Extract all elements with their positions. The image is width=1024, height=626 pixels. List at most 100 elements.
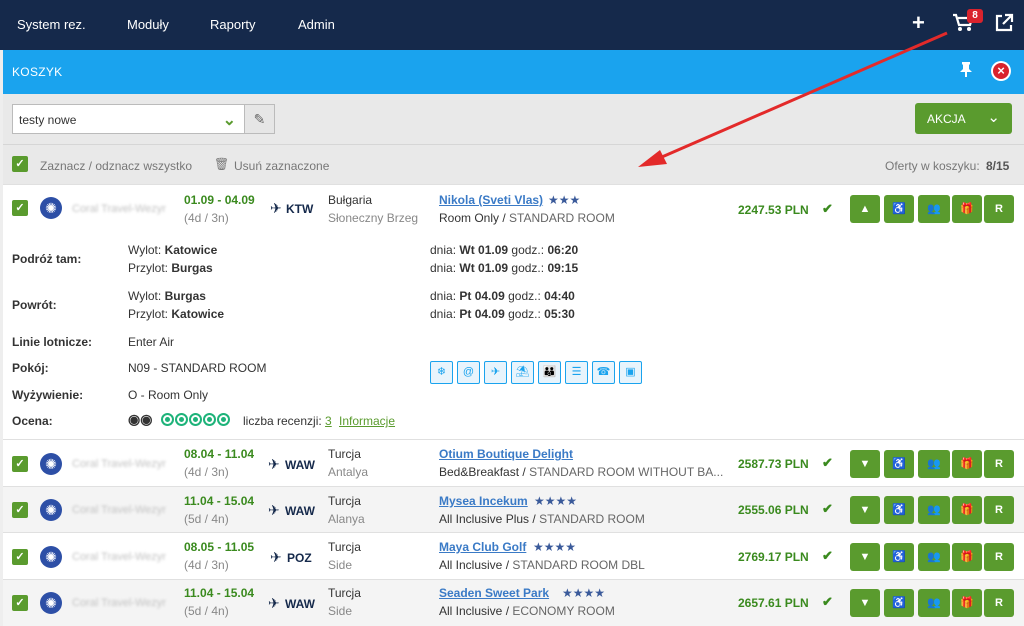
operator-logo-icon: ✺ (40, 453, 62, 475)
offer-dates: 11.04 - 15.04 (184, 586, 255, 600)
country: Turcja (328, 494, 361, 508)
offer-row[interactable]: ✓ ✺ Coral Travel-Wezyr 01.09 - 04.09 (4d… (3, 184, 1024, 439)
nav-raporty[interactable]: Raporty (210, 17, 256, 32)
hotel-link[interactable]: Maya Club Golf (439, 540, 526, 554)
country: Turcja (328, 540, 361, 554)
offer-checkbox[interactable]: ✓ (12, 200, 28, 216)
board-type: Room Only (439, 211, 500, 225)
elevator-icon: ☰ (565, 361, 588, 384)
action-button[interactable]: AKCJA ⌄ (915, 103, 1012, 134)
trash-icon[interactable]: 🗑 (214, 157, 229, 171)
hotel-link[interactable]: Mysea Incekum (439, 494, 528, 508)
nav-admin[interactable]: Admin (298, 17, 335, 32)
check-icon: ✔ (822, 548, 833, 563)
gift-button[interactable]: 🎁 (952, 496, 982, 524)
plane-icon: ✈ (268, 595, 280, 611)
outbound-arrival-time: dnia: Wt 01.09 godz.: 09:15 (430, 261, 579, 275)
nav-system-rez[interactable]: System rez. (17, 17, 86, 32)
seat-button[interactable]: ♿ (884, 496, 914, 524)
seat-button[interactable]: ♿ (884, 450, 914, 478)
offer-dates: 08.04 - 11.04 (184, 447, 255, 461)
reserve-button[interactable]: R (984, 543, 1014, 571)
offer-row[interactable]: ✓ ✺ Coral Travel-Wezyr 11.04 - 15.04 (5d… (3, 579, 1024, 626)
info-link[interactable]: Informacje (339, 414, 395, 428)
board-room: Bed&Breakfast / STANDARD ROOM WITHOUT BA… (439, 465, 724, 479)
reserve-button[interactable]: R (984, 450, 1014, 478)
hotel-link[interactable]: Otium Boutique Delight (439, 447, 573, 461)
check-icon: ✔ (822, 501, 833, 516)
close-icon[interactable] (991, 61, 1011, 81)
plane-icon: ✈ (268, 502, 280, 518)
cart-panel: KOSZYK testy nowe ⌄ ✎ AKCJA ⌄ ✓ Zaznacz … (3, 50, 1024, 626)
outbound-departure: Wylot: Katowice (128, 243, 218, 257)
edit-basket-button[interactable]: ✎ (244, 104, 275, 134)
select-all-label[interactable]: Zaznacz / odznacz wszystko (40, 159, 192, 173)
board-room: All Inclusive Plus / STANDARD ROOM (439, 512, 645, 526)
reserve-button[interactable]: R (984, 589, 1014, 617)
seat-button[interactable]: ♿ (884, 195, 914, 223)
offer-row[interactable]: ✓ ✺ Coral Travel-Wezyr 08.04 - 11.04 (4d… (3, 439, 1024, 486)
delete-selected-link[interactable]: Usuń zaznaczone (234, 159, 329, 173)
offers-count-label: Oferty w koszyku: (885, 159, 980, 173)
nav-moduly[interactable]: Moduły (127, 17, 169, 32)
hotel-stars: ★★★★ (533, 540, 577, 554)
reserve-button[interactable]: R (984, 195, 1014, 223)
region: Side (328, 558, 353, 572)
seat-button[interactable]: ♿ (884, 589, 914, 617)
airport-transfer-icon: ✈ (484, 361, 507, 384)
basket-select[interactable]: testy nowe ⌄ (12, 104, 245, 134)
chevron-down-icon: ⌄ (222, 112, 236, 129)
expand-button[interactable]: ▼ (850, 589, 880, 617)
offer-row[interactable]: ✓ ✺ Coral Travel-Wezyr 08.05 - 11.05 (4d… (3, 532, 1024, 579)
select-all-checkbox[interactable]: ✓ (12, 156, 28, 172)
expand-button[interactable]: ▼ (850, 450, 880, 478)
offer-checkbox[interactable]: ✓ (12, 595, 28, 611)
seat-button[interactable]: ♿ (884, 543, 914, 571)
plane-icon: ✈ (268, 456, 280, 472)
gift-button[interactable]: 🎁 (952, 195, 982, 223)
tripadvisor-owl-icon: ◉◉ (128, 411, 153, 427)
board-type: All Inclusive (439, 604, 503, 618)
collapse-button[interactable]: ▲ (850, 195, 880, 223)
return-departure-time: dnia: Pt 04.09 godz.: 04:40 (430, 289, 575, 303)
expand-button[interactable]: ▼ (850, 543, 880, 571)
gift-button[interactable]: 🎁 (952, 589, 982, 617)
departure-airport: POZ (287, 551, 312, 565)
phone-icon: ☎ (592, 361, 615, 384)
offer-price: 2657.61 PLN (738, 596, 809, 610)
passengers-button[interactable]: 👥 (918, 195, 950, 223)
room-type: STANDARD ROOM (509, 211, 615, 225)
passengers-button[interactable]: 👥 (918, 543, 950, 571)
check-icon: ✔ (822, 455, 833, 470)
offer-checkbox[interactable]: ✓ (12, 502, 28, 518)
offer-dates: 01.09 - 04.09 (184, 193, 255, 207)
room-type: STANDARD ROOM DBL (512, 558, 645, 572)
external-link-icon[interactable] (994, 13, 1014, 36)
safe-icon: ▣ (619, 361, 642, 384)
room-value: N09 - STANDARD ROOM (128, 361, 267, 375)
plus-icon[interactable]: + (912, 10, 925, 36)
gift-button[interactable]: 🎁 (952, 543, 982, 571)
beach-icon: ⛱ (511, 361, 534, 384)
return-departure: Wylot: Burgas (128, 289, 206, 303)
region: Alanya (328, 512, 365, 526)
offer-duration: (4d / 3n) (184, 558, 229, 572)
passengers-button[interactable]: 👥 (918, 450, 950, 478)
hotel-link[interactable]: Seaden Sweet Park (439, 586, 549, 600)
offer-duration: (5d / 4n) (184, 604, 229, 618)
offer-checkbox[interactable]: ✓ (12, 456, 28, 472)
passengers-button[interactable]: 👥 (918, 496, 950, 524)
operator-logo-icon: ✺ (40, 197, 62, 219)
offer-checkbox[interactable]: ✓ (12, 549, 28, 565)
offer-duration: (4d / 3n) (184, 211, 229, 225)
outbound-departure-time: dnia: Wt 01.09 godz.: 06:20 (430, 243, 579, 257)
expand-button[interactable]: ▼ (850, 496, 880, 524)
hotel-link[interactable]: Nikola (Sveti Vlas) (439, 193, 543, 207)
gift-button[interactable]: 🎁 (952, 450, 982, 478)
cart-panel-header: KOSZYK (3, 50, 1024, 94)
reserve-button[interactable]: R (984, 496, 1014, 524)
check-icon: ✔ (822, 594, 833, 609)
pin-icon[interactable] (959, 61, 973, 81)
offer-row[interactable]: ✓ ✺ Coral Travel-Wezyr 11.04 - 15.04 (5d… (3, 486, 1024, 532)
passengers-button[interactable]: 👥 (918, 589, 950, 617)
